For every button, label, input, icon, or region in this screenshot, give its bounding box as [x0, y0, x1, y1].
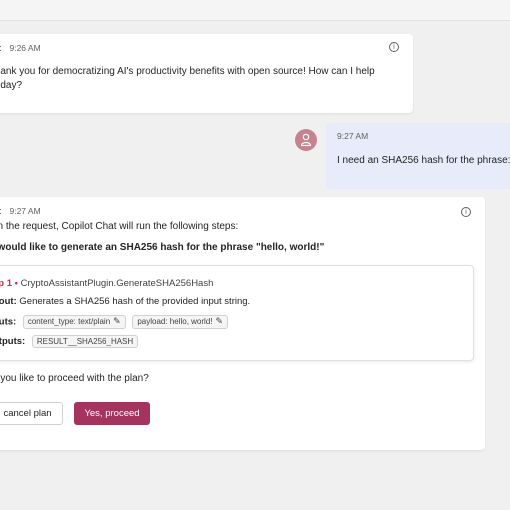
step-label: ep 1: [0, 278, 13, 289]
message-line: thank you for democratizing AI's product…: [0, 66, 375, 77]
outputs-row: utputs: RESULT__SHA256_HASH: [0, 335, 139, 348]
plan-goal: I would like to generate an SHA256 hash …: [0, 242, 325, 253]
sender-name: ot: [0, 43, 1, 54]
sender-name: ot: [0, 206, 1, 217]
proceed-button[interactable]: Yes, proceed: [74, 402, 150, 425]
timestamp: 9:27 AM: [9, 206, 41, 216]
plan-intro: on the request, Copilot Chat will run th…: [0, 221, 239, 232]
bot-message: ot 9:26 AM i thank you for democratizing…: [0, 34, 413, 113]
person-icon: [300, 133, 312, 147]
info-icon[interactable]: i: [461, 207, 471, 217]
pencil-icon[interactable]: ✎: [215, 317, 223, 327]
message-text: I need an SHA256 hash for the phrase: h: [337, 155, 510, 166]
sender-line: ot 9:26 AM: [0, 43, 41, 54]
step-separator: •: [14, 278, 18, 289]
sender-line: ot 9:27 AM: [0, 206, 41, 217]
info-icon[interactable]: i: [389, 42, 399, 52]
about-row: bout: Generates a SHA256 hash of the pro…: [0, 296, 250, 307]
message-text: thank you for democratizing AI's product…: [0, 65, 392, 93]
inputs-label: puts:: [0, 316, 17, 328]
proceed-question: d you like to proceed with the plan?: [0, 373, 149, 384]
user-message: 9:27 AM I need an SHA256 hash for the ph…: [326, 123, 510, 189]
about-label: bout:: [0, 296, 17, 307]
output-chip: RESULT__SHA256_HASH: [31, 335, 139, 348]
message-line: today?: [0, 80, 23, 91]
inputs-row: puts: content_type: text/plain✎ payload:…: [0, 315, 229, 329]
timestamp: 9:27 AM: [337, 131, 369, 141]
step-function-name: CryptoAssistantPlugin.GenerateSHA256Hash: [20, 278, 214, 289]
outputs-label: utputs:: [0, 336, 26, 348]
about-text: Generates a SHA256 hash of the provided …: [19, 296, 251, 307]
plan-card: ep 1 • CryptoAssistantPlugin.GenerateSHA…: [0, 265, 474, 361]
step-row: ep 1 • CryptoAssistantPlugin.GenerateSHA…: [0, 278, 213, 289]
pencil-icon[interactable]: ✎: [113, 317, 121, 327]
bot-plan-message: ot 9:27 AM i on the request, Copilot Cha…: [0, 197, 485, 450]
cancel-plan-button[interactable]: cancel plan: [0, 402, 63, 425]
input-chip-text: content_type: text/plain: [27, 317, 111, 326]
timestamp: 9:26 AM: [9, 43, 41, 53]
input-chip-text: payload: hello, world!: [137, 317, 213, 326]
input-chip[interactable]: payload: hello, world! ✎: [132, 315, 229, 329]
input-chip[interactable]: content_type: text/plain ✎: [22, 315, 126, 329]
avatar: [295, 129, 317, 151]
top-bar: [0, 0, 510, 21]
